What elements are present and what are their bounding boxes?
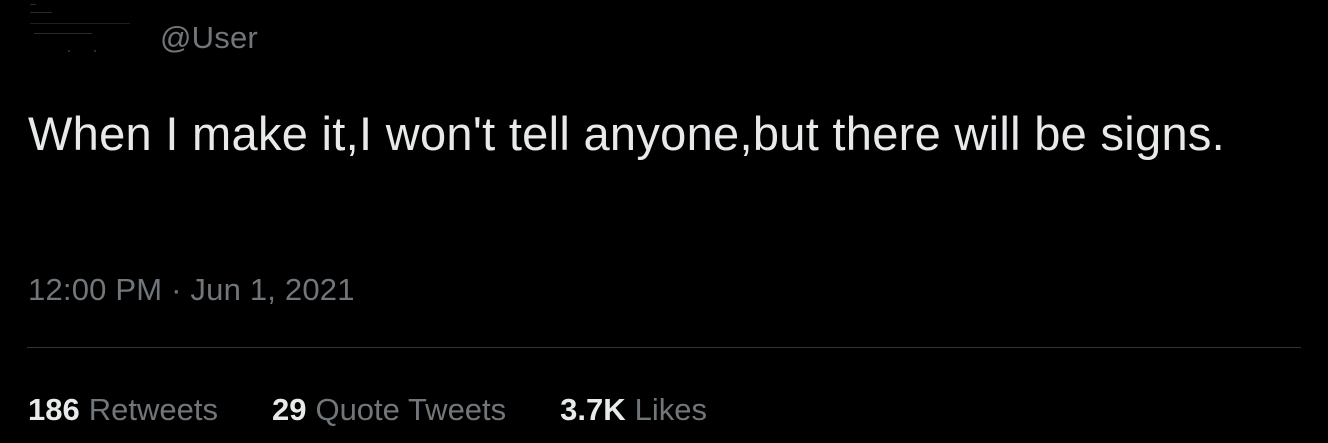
likes-count: 3.7K: [560, 392, 626, 427]
engagement-stats: 186 Retweets 29 Quote Tweets 3.7K Likes: [28, 392, 761, 428]
avatar-detail: [68, 50, 70, 52]
avatar[interactable]: [28, 0, 134, 58]
retweets-count: 186: [28, 392, 80, 427]
retweets-stat[interactable]: 186 Retweets: [28, 392, 218, 428]
tweet-header: @User: [28, 0, 628, 70]
avatar-detail: [34, 33, 92, 34]
avatar-detail: [30, 12, 52, 13]
divider: [27, 347, 1301, 348]
avatar-detail: [94, 50, 96, 52]
user-handle[interactable]: @User: [160, 20, 258, 56]
avatar-detail: [30, 4, 36, 5]
likes-stat[interactable]: 3.7K Likes: [560, 392, 707, 428]
likes-label: Likes: [634, 392, 708, 427]
quote-tweets-label: Quote Tweets: [315, 392, 507, 427]
retweets-label: Retweets: [88, 392, 218, 427]
tweet-text: When I make it,I won't tell anyone,but t…: [28, 107, 1226, 160]
quote-tweets-stat[interactable]: 29 Quote Tweets: [272, 392, 506, 428]
tweet-timestamp[interactable]: 12:00 PM · Jun 1, 2021: [28, 272, 355, 308]
quote-tweets-count: 29: [271, 392, 307, 427]
avatar-detail: [30, 23, 130, 24]
